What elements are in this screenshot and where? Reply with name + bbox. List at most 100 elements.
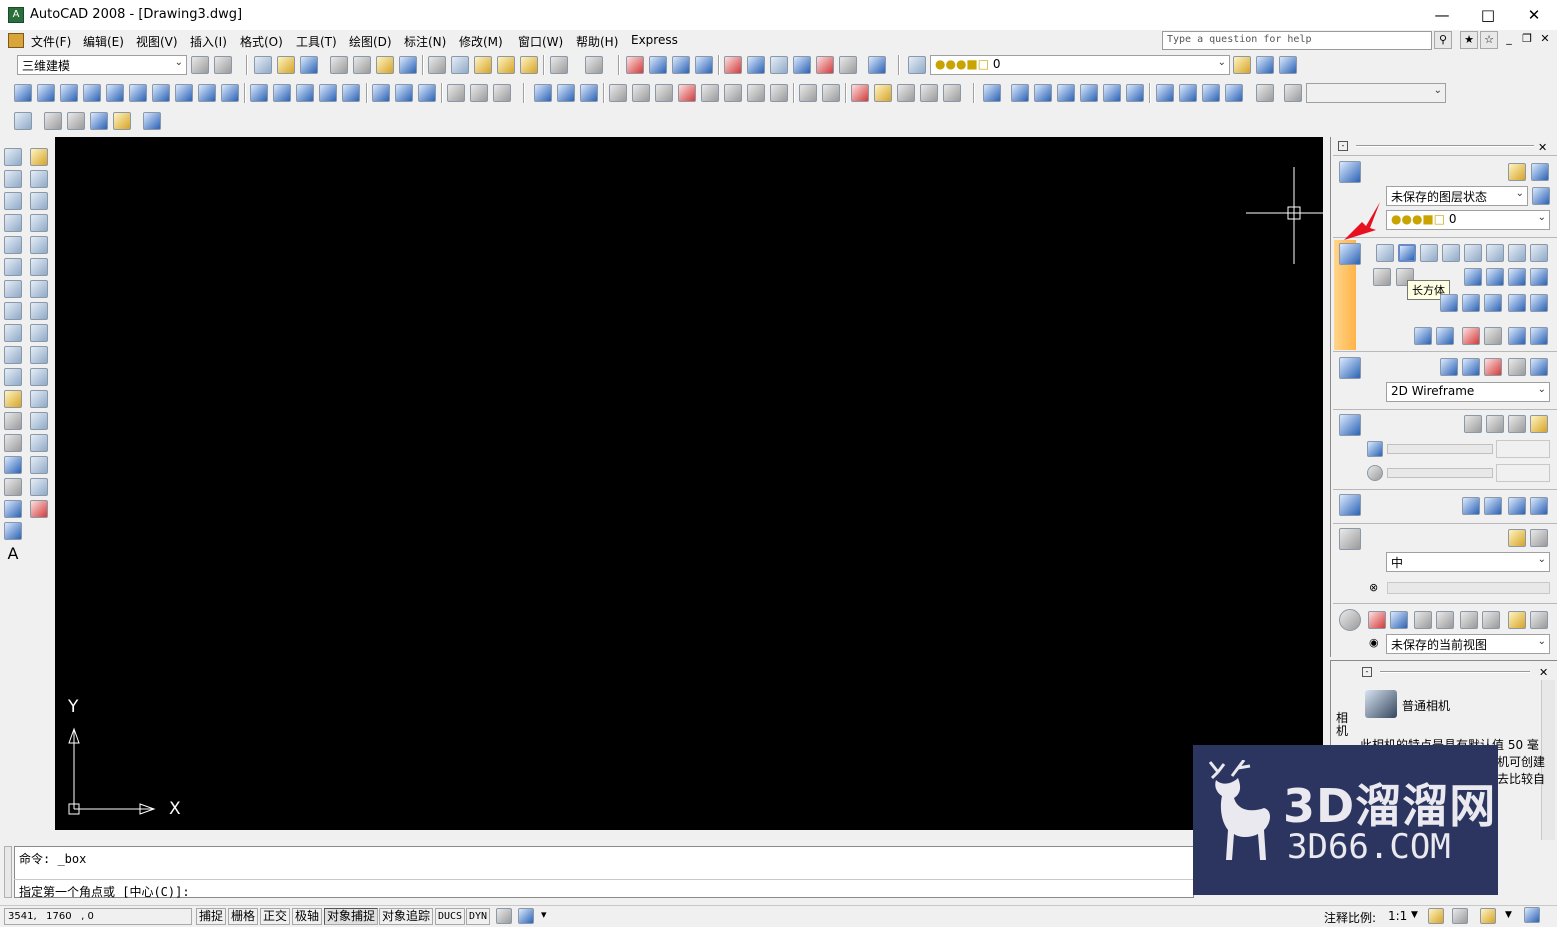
palette-conceptual-icon[interactable]: [1484, 358, 1502, 376]
zoom-window-icon[interactable]: [672, 56, 690, 74]
doc-restore-button[interactable]: ❐: [1518, 31, 1536, 49]
ucs-icon[interactable]: [14, 112, 32, 130]
render-reset-icon[interactable]: ⊗: [1369, 581, 1378, 594]
palette-subtract-icon[interactable]: [1462, 294, 1480, 312]
back-view-icon[interactable]: [1126, 84, 1144, 102]
palette-slice-icon[interactable]: [1508, 294, 1526, 312]
command-prompt[interactable]: 指定第一个角点或 [中心(C)]:: [19, 883, 190, 900]
helix-icon[interactable]: [198, 84, 216, 102]
lineweight-icon[interactable]: [496, 908, 512, 924]
layer-state-save-icon[interactable]: [1532, 187, 1550, 205]
layer-states-icon[interactable]: [1279, 56, 1297, 74]
offset-faces-icon[interactable]: [655, 84, 673, 102]
offset-icon[interactable]: [30, 214, 48, 232]
ne-iso-icon[interactable]: [1202, 84, 1220, 102]
calculator-icon[interactable]: [839, 56, 857, 74]
color-edges-icon[interactable]: [822, 84, 840, 102]
layer-states-manager-icon[interactable]: [1508, 163, 1526, 181]
fillet-icon[interactable]: [30, 478, 48, 496]
realistic-style-icon[interactable]: [90, 112, 108, 130]
redo-icon[interactable]: [585, 56, 603, 74]
palette-autohide-icon[interactable]: -: [1338, 141, 1348, 151]
break-at-point-icon[interactable]: [30, 390, 48, 408]
palette-time-icon[interactable]: [1367, 465, 1383, 481]
command-history[interactable]: [14, 846, 1194, 898]
polyline-icon[interactable]: [4, 192, 22, 210]
communication-center-icon[interactable]: ★: [1460, 31, 1478, 49]
model-layout-icon[interactable]: [518, 908, 534, 924]
union-icon-2[interactable]: [534, 84, 552, 102]
palette-sun-icon[interactable]: [1486, 415, 1504, 433]
ducs-toggle[interactable]: DUCS: [435, 908, 466, 925]
construction-line-icon[interactable]: [4, 170, 22, 188]
trim-icon[interactable]: [30, 346, 48, 364]
sweep-icon[interactable]: [296, 84, 314, 102]
doc-minimize-button[interactable]: _: [1500, 31, 1518, 49]
toolbar-lock-icon[interactable]: [1480, 908, 1496, 924]
palette-presspull-icon[interactable]: [1436, 327, 1454, 345]
delete-faces-icon[interactable]: [678, 84, 696, 102]
date-slider[interactable]: [1387, 444, 1493, 454]
subtract-icon-2[interactable]: [557, 84, 575, 102]
palette-materials-icon[interactable]: [1462, 497, 1480, 515]
move-icon[interactable]: [30, 258, 48, 276]
palette-cone-icon[interactable]: [1442, 244, 1460, 262]
separate-icon[interactable]: [897, 84, 915, 102]
ellipse-arc-icon[interactable]: [4, 368, 22, 386]
palette-polysolid-icon[interactable]: [1376, 244, 1394, 262]
menu-format[interactable]: 格式(O): [240, 33, 283, 50]
palette-planar-surface-icon[interactable]: [1530, 268, 1548, 286]
menu-help[interactable]: 帮助(H): [576, 33, 618, 50]
join-icon[interactable]: [30, 434, 48, 452]
se-iso-icon[interactable]: [1179, 84, 1197, 102]
spline-icon[interactable]: [4, 324, 22, 342]
palette-close-icon[interactable]: ✕: [1538, 141, 1547, 154]
camera-icon[interactable]: [1256, 84, 1274, 102]
markup-icon[interactable]: [816, 56, 834, 74]
time-slider[interactable]: [1387, 468, 1493, 478]
3d-wireframe-icon[interactable]: [44, 112, 62, 130]
palette-continuous-orbit-icon[interactable]: [1436, 611, 1454, 629]
tool-palettes-icon[interactable]: [770, 56, 788, 74]
palette-light-list-icon[interactable]: [1508, 415, 1526, 433]
conceptual-style-icon[interactable]: [113, 112, 131, 130]
intersect-icon[interactable]: [418, 84, 436, 102]
named-view-dropdown[interactable]: 未保存的当前视图 ⌄: [1386, 634, 1550, 654]
help-icon[interactable]: [868, 56, 886, 74]
ortho-toggle[interactable]: 正交: [260, 908, 291, 925]
revision-cloud-icon[interactable]: [4, 302, 22, 320]
palette-mapping-icon[interactable]: [1484, 497, 1502, 515]
menu-modify[interactable]: 修改(M): [459, 33, 503, 50]
palette-render-window-icon[interactable]: [1530, 529, 1548, 547]
move-faces-icon[interactable]: [632, 84, 650, 102]
palette-layer-dropdown[interactable]: ●●●■□ 0 ⌄: [1386, 210, 1550, 230]
palette-thicken-icon[interactable]: [1530, 294, 1548, 312]
menu-tools[interactable]: 工具(T): [296, 33, 337, 50]
paste-icon[interactable]: [474, 56, 492, 74]
annotation-scale-value[interactable]: 1:1: [1388, 909, 1407, 923]
torus-icon[interactable]: [152, 84, 170, 102]
rectangle-icon[interactable]: [4, 236, 22, 254]
grid-toggle[interactable]: 栅格: [228, 908, 259, 925]
palette-sweep-icon[interactable]: [1486, 268, 1504, 286]
palette-pyramid-icon[interactable]: [1508, 244, 1526, 262]
union-icon[interactable]: [372, 84, 390, 102]
print-icon[interactable]: [330, 56, 348, 74]
time-field[interactable]: [1496, 464, 1550, 482]
view-nav-icon[interactable]: ◉: [1369, 636, 1379, 649]
front-view-icon[interactable]: [1103, 84, 1121, 102]
palette-flatshot-icon[interactable]: [1484, 327, 1502, 345]
materials-panel-icon[interactable]: [1339, 494, 1361, 516]
tool-palette-close-icon[interactable]: ✕: [1539, 666, 1548, 679]
scale-icon[interactable]: [30, 302, 48, 320]
design-center-icon[interactable]: [747, 56, 765, 74]
3d-make-panel-icon[interactable]: [1339, 243, 1361, 265]
auto-scale-icon[interactable]: [1452, 908, 1468, 924]
break-icon[interactable]: [30, 412, 48, 430]
annotation-scale-arrow-icon[interactable]: ▼: [1411, 910, 1418, 920]
copy-object-icon[interactable]: [30, 170, 48, 188]
palette-sun-properties-icon[interactable]: [1530, 415, 1548, 433]
undo-icon[interactable]: [550, 56, 568, 74]
polygon-icon[interactable]: [4, 214, 22, 232]
point-icon[interactable]: [4, 434, 22, 452]
